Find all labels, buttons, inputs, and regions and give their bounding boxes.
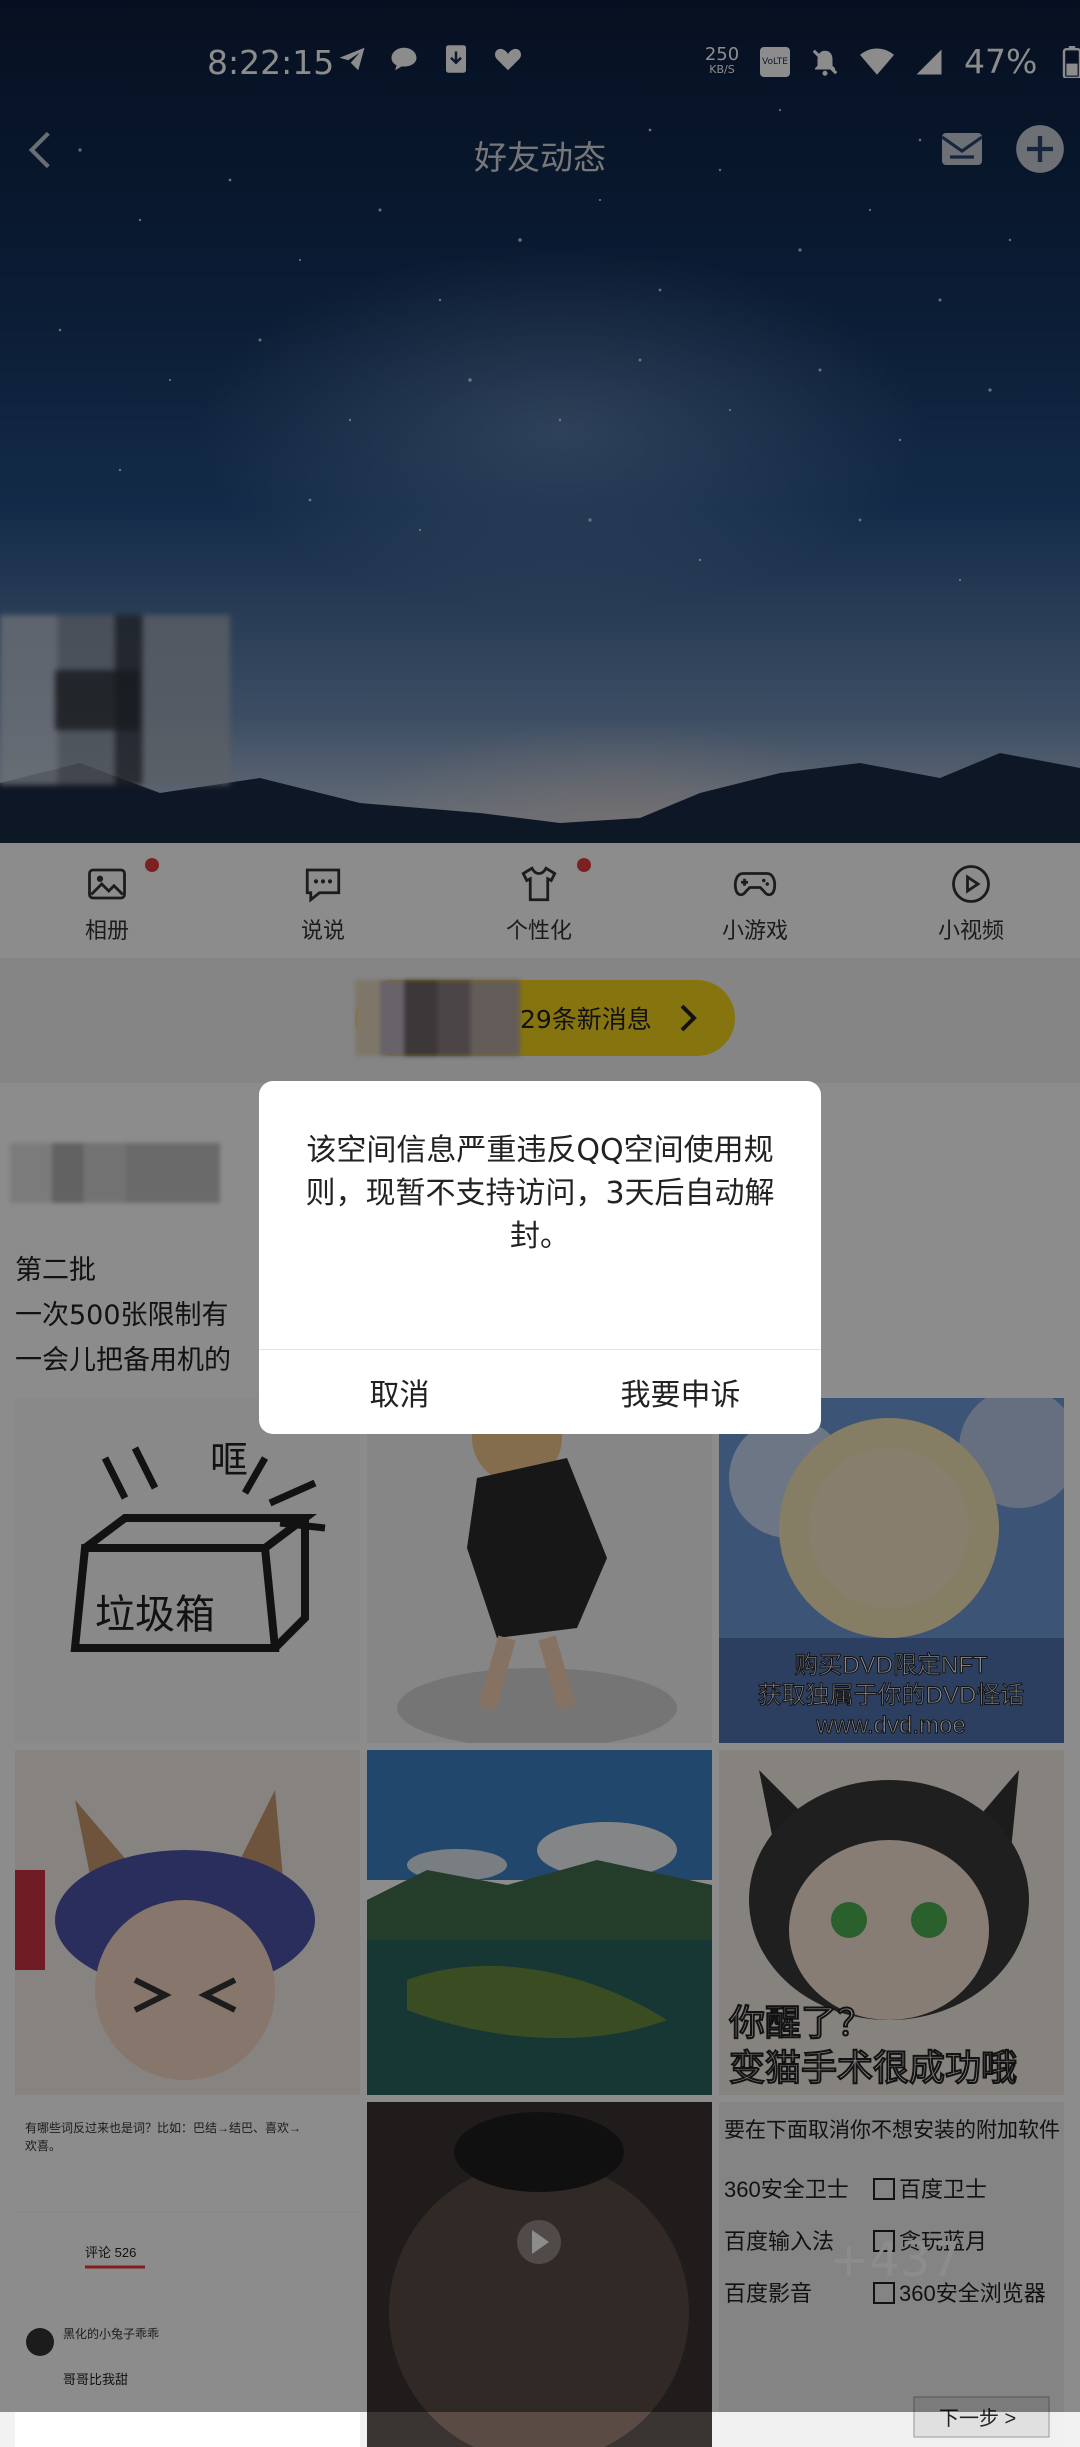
access-blocked-dialog: 该空间信息严重违反QQ空间使用规则，现暂不支持访问，3天后自动解封。 取消 我要…: [259, 1081, 821, 1434]
cancel-button[interactable]: 取消: [259, 1349, 540, 1434]
dialog-message: 该空间信息严重违反QQ空间使用规则，现暂不支持访问，3天后自动解封。: [305, 1133, 775, 1254]
appeal-button[interactable]: 我要申诉: [540, 1349, 821, 1434]
